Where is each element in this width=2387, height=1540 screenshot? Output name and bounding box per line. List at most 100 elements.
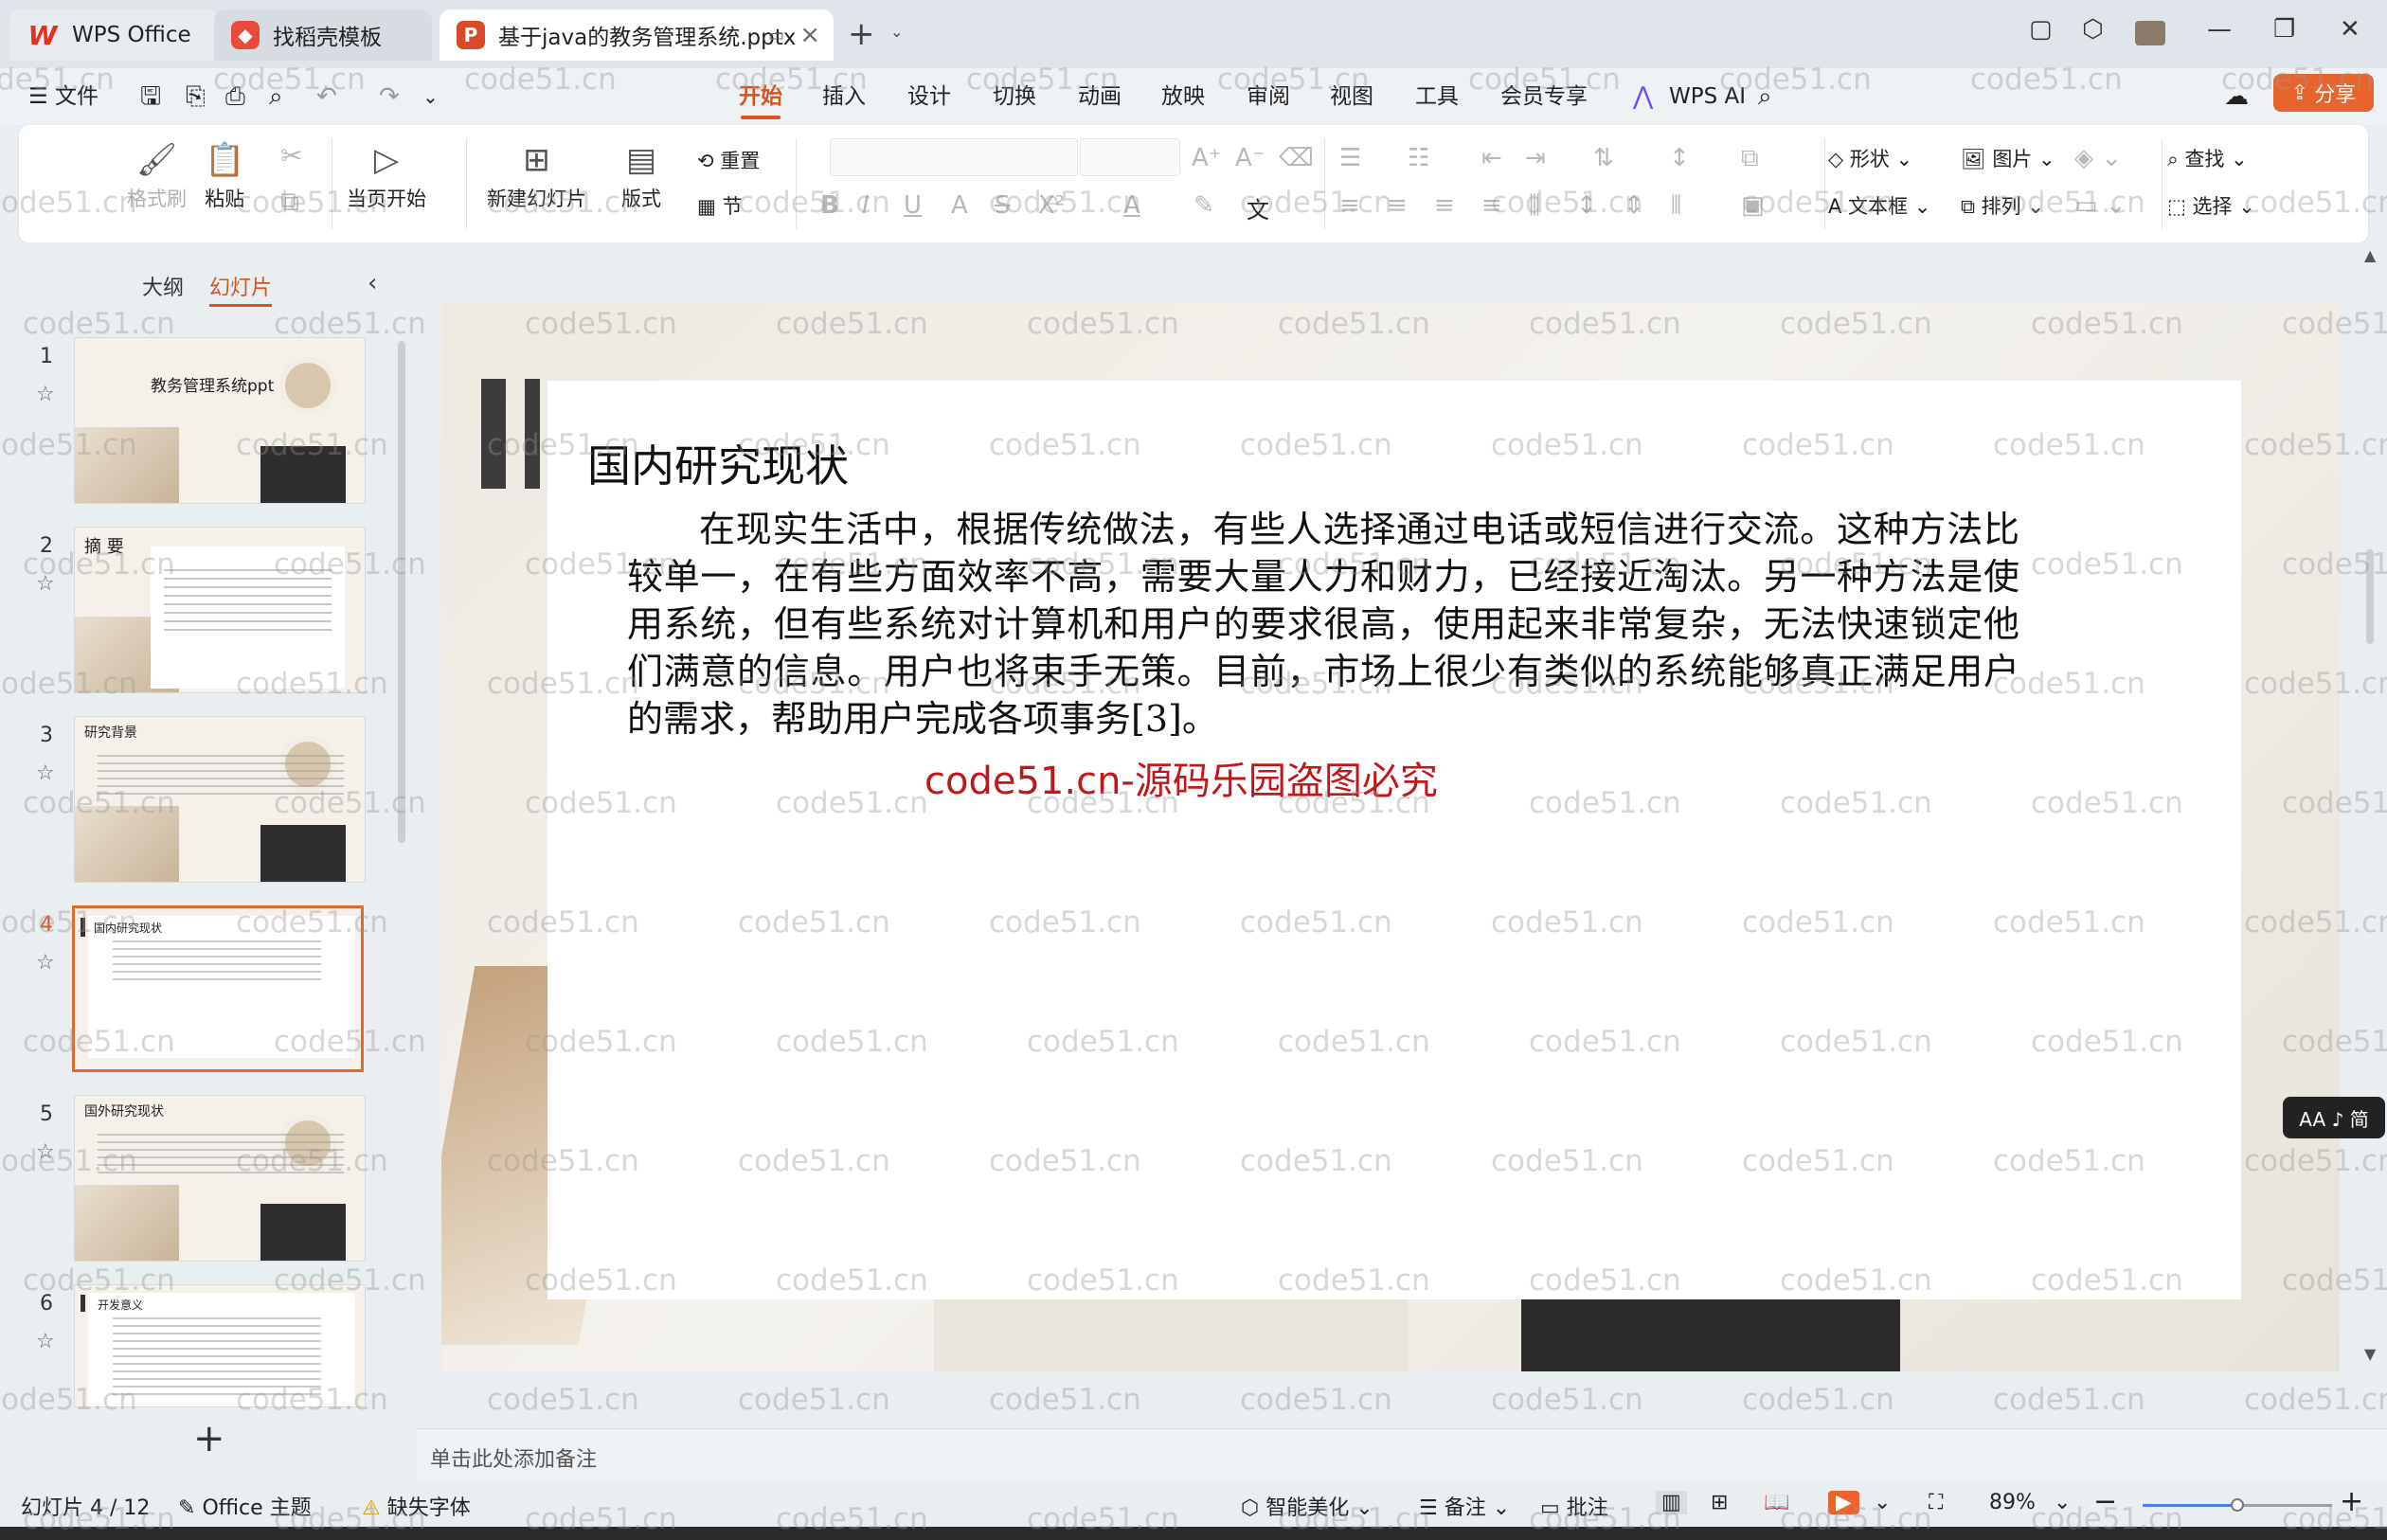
zoom-slider-handle[interactable] bbox=[2231, 1498, 2244, 1512]
font-family-select[interactable] bbox=[830, 138, 1078, 176]
cut-icon[interactable]: ✂ bbox=[280, 140, 302, 171]
panel-scrollbar[interactable] bbox=[398, 341, 405, 843]
star-icon[interactable]: ☆ bbox=[36, 572, 55, 596]
menu-item-slideshow[interactable]: 放映 bbox=[1161, 78, 1205, 116]
undo-icon[interactable]: ↶ bbox=[316, 78, 337, 116]
slide-body-text[interactable]: 在现实生活中，根据传统做法，有些人选择通过电话或短信进行交流。这种方法比较单一，… bbox=[627, 506, 2019, 743]
slide-thumbnail-2[interactable]: 摘 要 bbox=[74, 527, 366, 693]
slide-sorter-icon[interactable]: ⊞ bbox=[1711, 1491, 1728, 1514]
text-direction-icon[interactable]: ⇅ bbox=[1593, 144, 1614, 172]
star-icon[interactable]: ☆ bbox=[36, 951, 55, 975]
align-left-icon[interactable]: ≡ bbox=[1339, 191, 1360, 220]
paragraph-spacing-icon[interactable]: ⇕ bbox=[1624, 191, 1644, 220]
reset-button[interactable]: ⟲ 重置 bbox=[697, 146, 760, 174]
close-tab-icon[interactable]: × bbox=[799, 21, 820, 49]
font-size-select[interactable] bbox=[1080, 138, 1180, 176]
share-button[interactable]: ⇪ 分享 bbox=[2273, 74, 2374, 112]
print-icon[interactable]: ⎙ bbox=[225, 78, 245, 116]
find-button[interactable]: ⌕ 查找 ⌄ bbox=[2167, 144, 2248, 172]
menu-file[interactable]: ☰ 文件 bbox=[28, 78, 99, 116]
tab-slides[interactable]: 幻灯片 bbox=[209, 277, 273, 307]
star-icon[interactable]: ☆ bbox=[36, 1140, 55, 1164]
select-button[interactable]: ⬚ 选择 ⌄ bbox=[2167, 191, 2255, 220]
play-slideshow-icon[interactable]: ▶ bbox=[1828, 1491, 1859, 1514]
missing-font-button[interactable]: ⚠ 缺失字体 bbox=[362, 1491, 471, 1521]
clear-format-icon[interactable]: ⌫ bbox=[1279, 144, 1314, 172]
text-align-icon[interactable]: ▣ bbox=[1741, 191, 1765, 220]
cloud-icon[interactable]: ☁ bbox=[2224, 78, 2249, 116]
add-slide-button[interactable]: + bbox=[193, 1417, 225, 1460]
tab-wps-office[interactable]: W WPS Office bbox=[9, 9, 218, 61]
notes-button[interactable]: ☰ 备注 ⌄ bbox=[1419, 1491, 1510, 1521]
menu-item-tools[interactable]: 工具 bbox=[1415, 78, 1459, 116]
shape-button[interactable]: ◇ 形状 ⌄ bbox=[1828, 144, 1912, 172]
collapse-panel-icon[interactable]: ‹ bbox=[368, 269, 377, 297]
menu-item-insert[interactable]: 插入 bbox=[822, 78, 866, 116]
cube-icon[interactable]: ⬡ bbox=[2082, 15, 2104, 44]
reading-view-icon[interactable]: 📖 bbox=[1764, 1491, 1789, 1514]
menu-item-home[interactable]: 开始 bbox=[739, 78, 782, 119]
format-painter-button[interactable]: 🖌 格式刷 bbox=[127, 136, 187, 212]
export-icon[interactable]: ⎘ bbox=[186, 78, 206, 116]
distribute-icon[interactable]: ⫼ bbox=[1529, 191, 1540, 221]
shadow-icon[interactable]: A bbox=[951, 191, 968, 220]
font-color-icon[interactable]: A bbox=[1123, 191, 1140, 220]
chevron-down-icon[interactable]: ⌄ bbox=[890, 23, 903, 41]
menu-item-view[interactable]: 视图 bbox=[1330, 78, 1373, 116]
normal-view-icon[interactable]: ▥ bbox=[1656, 1491, 1687, 1514]
arrange-button[interactable]: ⧉ 排列 ⌄ bbox=[1961, 191, 2044, 220]
decrease-font-icon[interactable]: A⁻ bbox=[1235, 144, 1265, 172]
star-icon[interactable]: ☆ bbox=[36, 761, 55, 785]
minimize-icon[interactable]: — bbox=[2207, 15, 2232, 44]
fit-window-icon[interactable]: ⛶ bbox=[1929, 1491, 1943, 1514]
star-icon[interactable]: ☆ bbox=[36, 1330, 55, 1353]
play-from-current-button[interactable]: ▷ 当页开始 bbox=[347, 136, 426, 212]
zoom-out-icon[interactable]: − bbox=[2093, 1485, 2117, 1518]
slide-thumbnail-5[interactable]: 国外研究现状 bbox=[74, 1095, 366, 1262]
zoom-slider[interactable] bbox=[2143, 1498, 2332, 1512]
notes-pane[interactable]: 单击此处添加备注 bbox=[417, 1428, 2387, 1481]
slide-thumbnail-4-selected[interactable]: 国内研究现状 bbox=[72, 905, 364, 1072]
canvas-scrollbar[interactable]: ▲ ▼ bbox=[2362, 246, 2376, 1421]
slide-title[interactable]: 国内研究现状 bbox=[587, 432, 849, 494]
theme-button[interactable]: ✎ Office 主题 bbox=[178, 1491, 312, 1521]
bullet-list-icon[interactable]: ☰ bbox=[1339, 144, 1361, 172]
slide-thumbnail-3[interactable]: 研究背景 bbox=[74, 716, 366, 883]
tab-template[interactable]: ◆ 找稻壳模板 bbox=[214, 9, 432, 61]
layout-button[interactable]: ▤ 版式 bbox=[621, 136, 661, 212]
zoom-in-icon[interactable]: + bbox=[2340, 1485, 2363, 1518]
numbered-list-icon[interactable]: ☷ bbox=[1408, 144, 1429, 172]
slide-thumbnail-6[interactable]: 开发意义 bbox=[74, 1284, 366, 1407]
strikethrough-icon[interactable]: S bbox=[995, 191, 1011, 220]
redo-icon[interactable]: ↷ bbox=[379, 78, 400, 116]
close-window-icon[interactable]: ✕ bbox=[2340, 15, 2360, 44]
screen-icon[interactable]: ▭ bbox=[768, 26, 784, 45]
new-tab-button[interactable]: + bbox=[848, 15, 875, 53]
sort-icon[interactable]: ↕ bbox=[1669, 144, 1690, 172]
new-slide-button[interactable]: ⊞ 新建幻灯片 bbox=[487, 136, 586, 212]
chevron-down-icon[interactable]: ⌄ bbox=[2054, 1491, 2071, 1514]
highlight-icon[interactable]: ✎ bbox=[1194, 191, 1214, 220]
picture-button[interactable]: 🖼 图片 ⌄ bbox=[1961, 144, 2055, 172]
convert-icon[interactable]: ⧉ bbox=[1741, 144, 1759, 173]
chevron-down-icon[interactable]: ⌄ bbox=[422, 78, 439, 116]
restore-icon[interactable]: ❐ bbox=[2273, 15, 2295, 44]
increase-font-icon[interactable]: A⁺ bbox=[1192, 144, 1222, 172]
bold-icon[interactable]: B bbox=[820, 191, 839, 220]
slide-thumbnail-1[interactable]: 教务管理系统ppt bbox=[74, 337, 366, 504]
star-icon[interactable]: ☆ bbox=[36, 383, 55, 406]
increase-indent-icon[interactable]: ⇥ bbox=[1525, 144, 1546, 172]
align-right-icon[interactable]: ≡ bbox=[1434, 191, 1455, 220]
scroll-thumb[interactable] bbox=[2366, 549, 2374, 644]
phonetic-icon[interactable]: 文 bbox=[1247, 191, 1269, 224]
justify-icon[interactable]: ≡ bbox=[1481, 191, 1502, 220]
underline-icon[interactable]: U bbox=[904, 191, 922, 220]
search-icon[interactable]: ⌕ bbox=[1758, 78, 1772, 116]
columns-icon[interactable]: ⫴ bbox=[1671, 191, 1681, 221]
zoom-level[interactable]: 89% bbox=[1989, 1491, 2036, 1514]
tab-outline[interactable]: 大纲 bbox=[142, 277, 184, 300]
copy-icon[interactable]: ⧉ bbox=[280, 186, 299, 218]
align-center-icon[interactable]: ≡ bbox=[1387, 191, 1408, 220]
print-preview-icon[interactable]: ⌕ bbox=[269, 78, 283, 116]
save-icon[interactable]: 🖫 bbox=[140, 78, 161, 116]
